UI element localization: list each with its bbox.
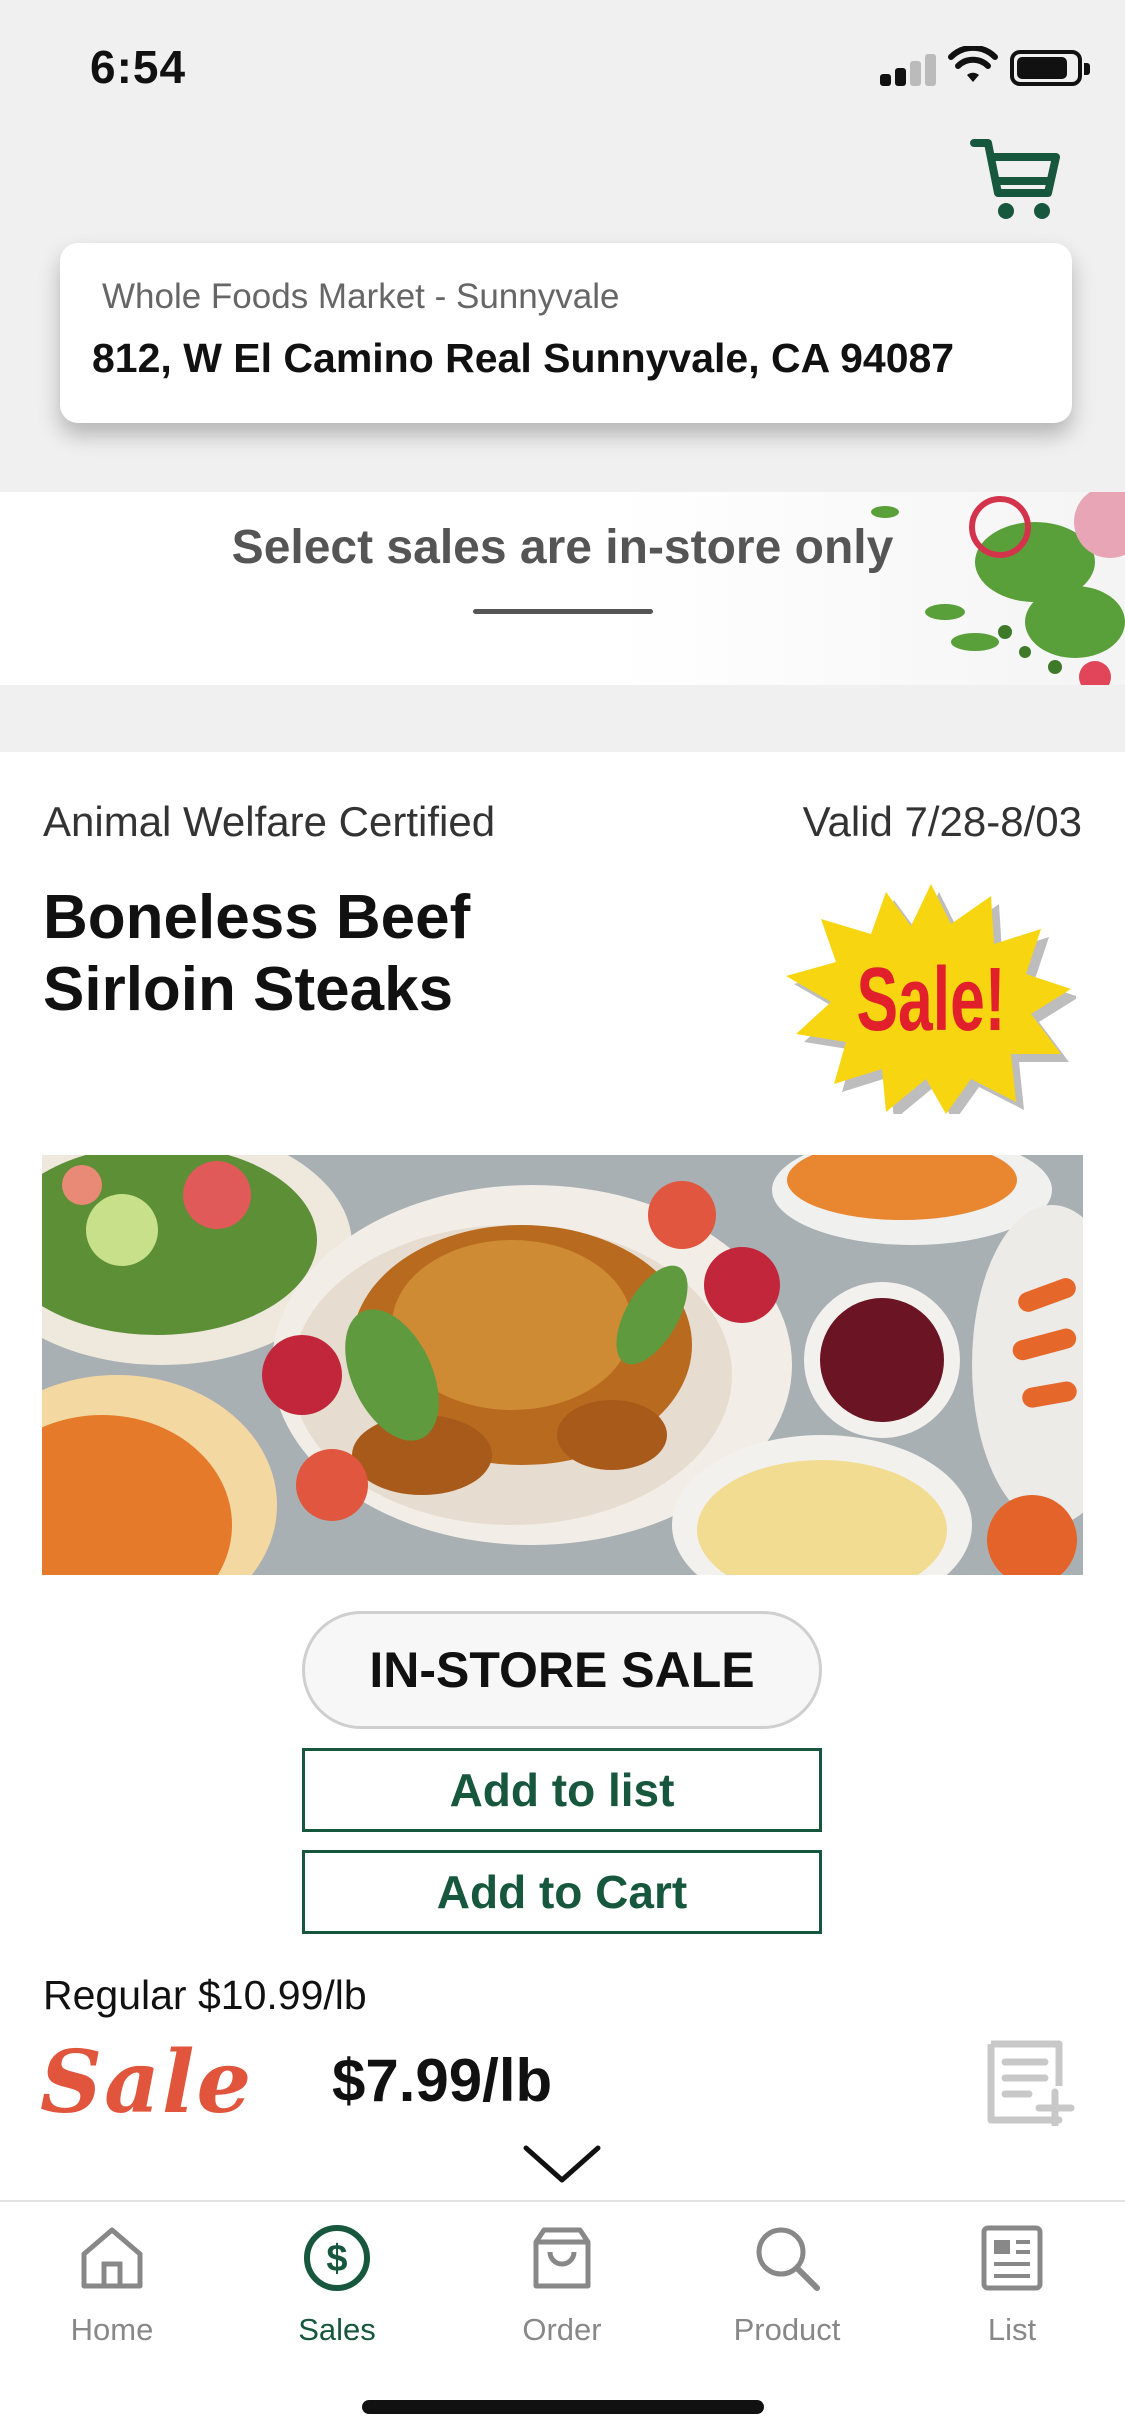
tab-sales-label: Sales <box>298 2312 376 2347</box>
valid-dates: Valid 7/28-8/03 <box>802 798 1082 845</box>
tab-product[interactable]: Product <box>687 2222 887 2352</box>
sale-script-label: Sale <box>40 2032 254 2133</box>
promo-banner: Select sales are in-store only <box>0 492 1125 685</box>
banner-underline <box>473 609 653 614</box>
sale-starburst-badge: Sale! <box>786 884 1076 1114</box>
status-bar: 6:54 <box>0 0 1125 140</box>
shopping-cart-icon[interactable] <box>970 135 1062 225</box>
wifi-icon <box>948 46 998 82</box>
cellular-signal-icon <box>880 52 940 86</box>
thanksgiving-dinner-image <box>42 1155 1083 1575</box>
add-to-list-icon[interactable] <box>985 2040 1075 2126</box>
search-icon <box>756 2227 820 2291</box>
chevron-down-icon[interactable] <box>520 2140 604 2188</box>
tab-list[interactable]: List <box>912 2222 1112 2352</box>
sale-badge-text: Sale! <box>856 950 1005 1050</box>
tab-list-label: List <box>987 2312 1037 2347</box>
store-name: Whole Foods Market - Sunnyvale <box>102 277 620 316</box>
list-document-icon <box>981 2225 1043 2291</box>
home-indicator <box>362 2400 764 2414</box>
store-address: 812, W El Camino Real Sunnyvale, CA 9408… <box>92 335 955 381</box>
battery-icon <box>1010 50 1090 86</box>
store-selector-card[interactable]: Whole Foods Market - Sunnyvale 812, W El… <box>60 243 1072 423</box>
status-time: 6:54 <box>90 41 187 93</box>
sales-dollar-icon: $ <box>304 2225 370 2291</box>
tab-sales[interactable]: $ Sales <box>237 2222 437 2352</box>
in-store-sale-pill: IN-STORE SALE <box>302 1611 822 1729</box>
add-to-list-button[interactable]: Add to list <box>302 1748 822 1832</box>
regular-price: Regular $10.99/lb <box>43 1972 367 2018</box>
shopping-bag-icon <box>533 2227 591 2289</box>
tab-order[interactable]: Order <box>462 2222 662 2352</box>
product-title: Boneless Beef Sirloin Steaks <box>43 883 471 1024</box>
sale-price: $7.99/lb <box>332 2047 553 2114</box>
tab-order-label: Order <box>522 2312 602 2347</box>
tab-product-label: Product <box>733 2312 841 2347</box>
tab-home-label: Home <box>70 2312 154 2347</box>
tab-home[interactable]: Home <box>12 2222 212 2352</box>
home-icon <box>81 2227 143 2289</box>
banner-text: Select sales are in-store only <box>231 521 894 574</box>
certification-label: Animal Welfare Certified <box>43 798 496 845</box>
add-to-cart-button[interactable]: Add to Cart <box>302 1850 822 1934</box>
svg-text:$: $ <box>326 2238 347 2280</box>
